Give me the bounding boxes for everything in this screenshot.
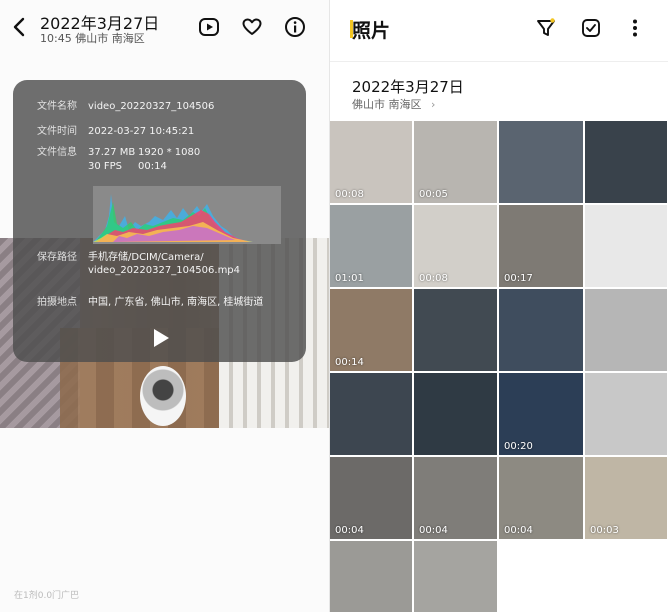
photo-thumbnail[interactable]: 00:08 xyxy=(414,205,497,287)
video-duration-label: 01:01 xyxy=(335,273,364,284)
photo-thumbnail[interactable]: 00:14 xyxy=(330,289,412,371)
more-vertical-icon[interactable] xyxy=(624,17,646,39)
photo-thumbnail[interactable]: 00:05 xyxy=(414,121,497,203)
info-value-path-1: 手机存储/DCIM/Camera/ xyxy=(88,252,204,263)
info-label-name: 文件名称 xyxy=(37,101,77,112)
photo-thumbnail[interactable]: 00:03 xyxy=(585,457,667,539)
photo-thumbnail[interactable] xyxy=(499,121,583,203)
video-duration-label: 00:08 xyxy=(335,189,364,200)
photo-thumbnail[interactable]: 01:01 xyxy=(330,205,412,287)
info-value-path-2: video_20220327_104506.mp4 xyxy=(88,265,241,276)
info-icon[interactable] xyxy=(284,16,306,38)
heart-icon[interactable] xyxy=(241,16,263,38)
photo-thumbnail[interactable]: 00:04 xyxy=(414,457,497,539)
photo-thumbnail[interactable]: 00:04 xyxy=(499,457,583,539)
video-duration-label: 00:14 xyxy=(335,357,364,368)
photo-thumbnail[interactable] xyxy=(499,289,583,371)
info-label-place: 拍摄地点 xyxy=(37,297,77,308)
gallery-title: 照片 xyxy=(352,20,391,42)
app-root: 2022年3月27日 10:45 佛山市 南海区 文件名称 video_2022… xyxy=(0,0,668,612)
photo-thumbnail[interactable] xyxy=(585,289,667,371)
file-info-card: 文件名称 video_20220327_104506 文件时间 2022-03-… xyxy=(13,80,306,362)
info-value-fps: 30 FPS xyxy=(88,161,123,172)
group-location-text: 佛山市 南海区 xyxy=(352,98,422,111)
group-date: 2022年3月27日 xyxy=(352,78,464,96)
photo-grid: 00:08 00:05 01:01 00:08 00:17 00:14 00:20 00:04… xyxy=(330,121,668,612)
photo-thumbnail[interactable] xyxy=(414,289,497,371)
info-label-meta: 文件信息 xyxy=(37,147,77,158)
back-icon[interactable] xyxy=(8,14,30,40)
photo-thumbnail[interactable] xyxy=(330,373,412,455)
select-check-icon[interactable] xyxy=(580,17,602,39)
video-duration-label: 00:03 xyxy=(590,525,619,536)
detail-panel: 2022年3月27日 10:45 佛山市 南海区 文件名称 video_2022… xyxy=(0,0,329,612)
video-duration-label: 00:17 xyxy=(504,273,533,284)
video-vacuum-robot xyxy=(140,366,186,426)
info-value-name: video_20220327_104506 xyxy=(88,101,215,112)
video-duration-label: 00:04 xyxy=(335,525,364,536)
info-value-resolution: 1920 * 1080 xyxy=(138,147,201,158)
video-duration-label: 00:20 xyxy=(504,441,533,452)
photo-thumbnail[interactable]: 00:08 xyxy=(330,121,412,203)
video-duration-label: 00:05 xyxy=(419,189,448,200)
photo-thumbnail[interactable] xyxy=(585,205,667,287)
info-value-duration: 00:14 xyxy=(138,161,167,172)
photo-thumbnail[interactable]: 00:20 xyxy=(499,373,583,455)
photo-thumbnail[interactable] xyxy=(330,541,412,612)
info-value-time: 2022-03-27 10:45:21 xyxy=(88,126,195,137)
video-watermark: 在1剂0.0门广巴 xyxy=(14,591,80,601)
filter-icon[interactable] xyxy=(535,17,557,39)
info-value-place: 中国, 广东省, 佛山市, 南海区, 桂城街道 xyxy=(88,297,264,308)
photo-thumbnail[interactable] xyxy=(414,541,497,612)
photo-thumbnail[interactable] xyxy=(585,373,667,455)
video-duration-label: 00:04 xyxy=(504,525,533,536)
chevron-right-icon: › xyxy=(431,98,436,111)
photo-thumbnail[interactable] xyxy=(585,121,667,203)
group-location[interactable]: 佛山市 南海区 › xyxy=(352,96,435,112)
corner-watermark: 设计馆 xyxy=(587,580,660,605)
detail-bottom-area xyxy=(0,428,329,612)
detail-time-location: 10:45 佛山市 南海区 xyxy=(40,32,145,45)
info-label-path: 保存路径 xyxy=(37,252,77,263)
header-divider xyxy=(330,61,668,62)
play-icon[interactable] xyxy=(146,323,176,353)
photo-thumbnail[interactable]: 00:04 xyxy=(330,457,412,539)
detail-header: 2022年3月27日 10:45 佛山市 南海区 xyxy=(0,0,329,54)
gallery-panel: 照片 2022年3月27日 佛山市 南海区 › 00:08 00:05 01:01 0… xyxy=(330,0,668,612)
info-label-time: 文件时间 xyxy=(37,126,77,137)
play-circle-icon[interactable] xyxy=(198,16,220,38)
color-histogram xyxy=(93,186,281,244)
video-duration-label: 00:04 xyxy=(419,525,448,536)
info-value-size: 37.27 MB xyxy=(88,147,136,158)
photo-thumbnail[interactable]: 00:17 xyxy=(499,205,583,287)
video-duration-label: 00:08 xyxy=(419,273,448,284)
photo-thumbnail[interactable] xyxy=(414,373,497,455)
